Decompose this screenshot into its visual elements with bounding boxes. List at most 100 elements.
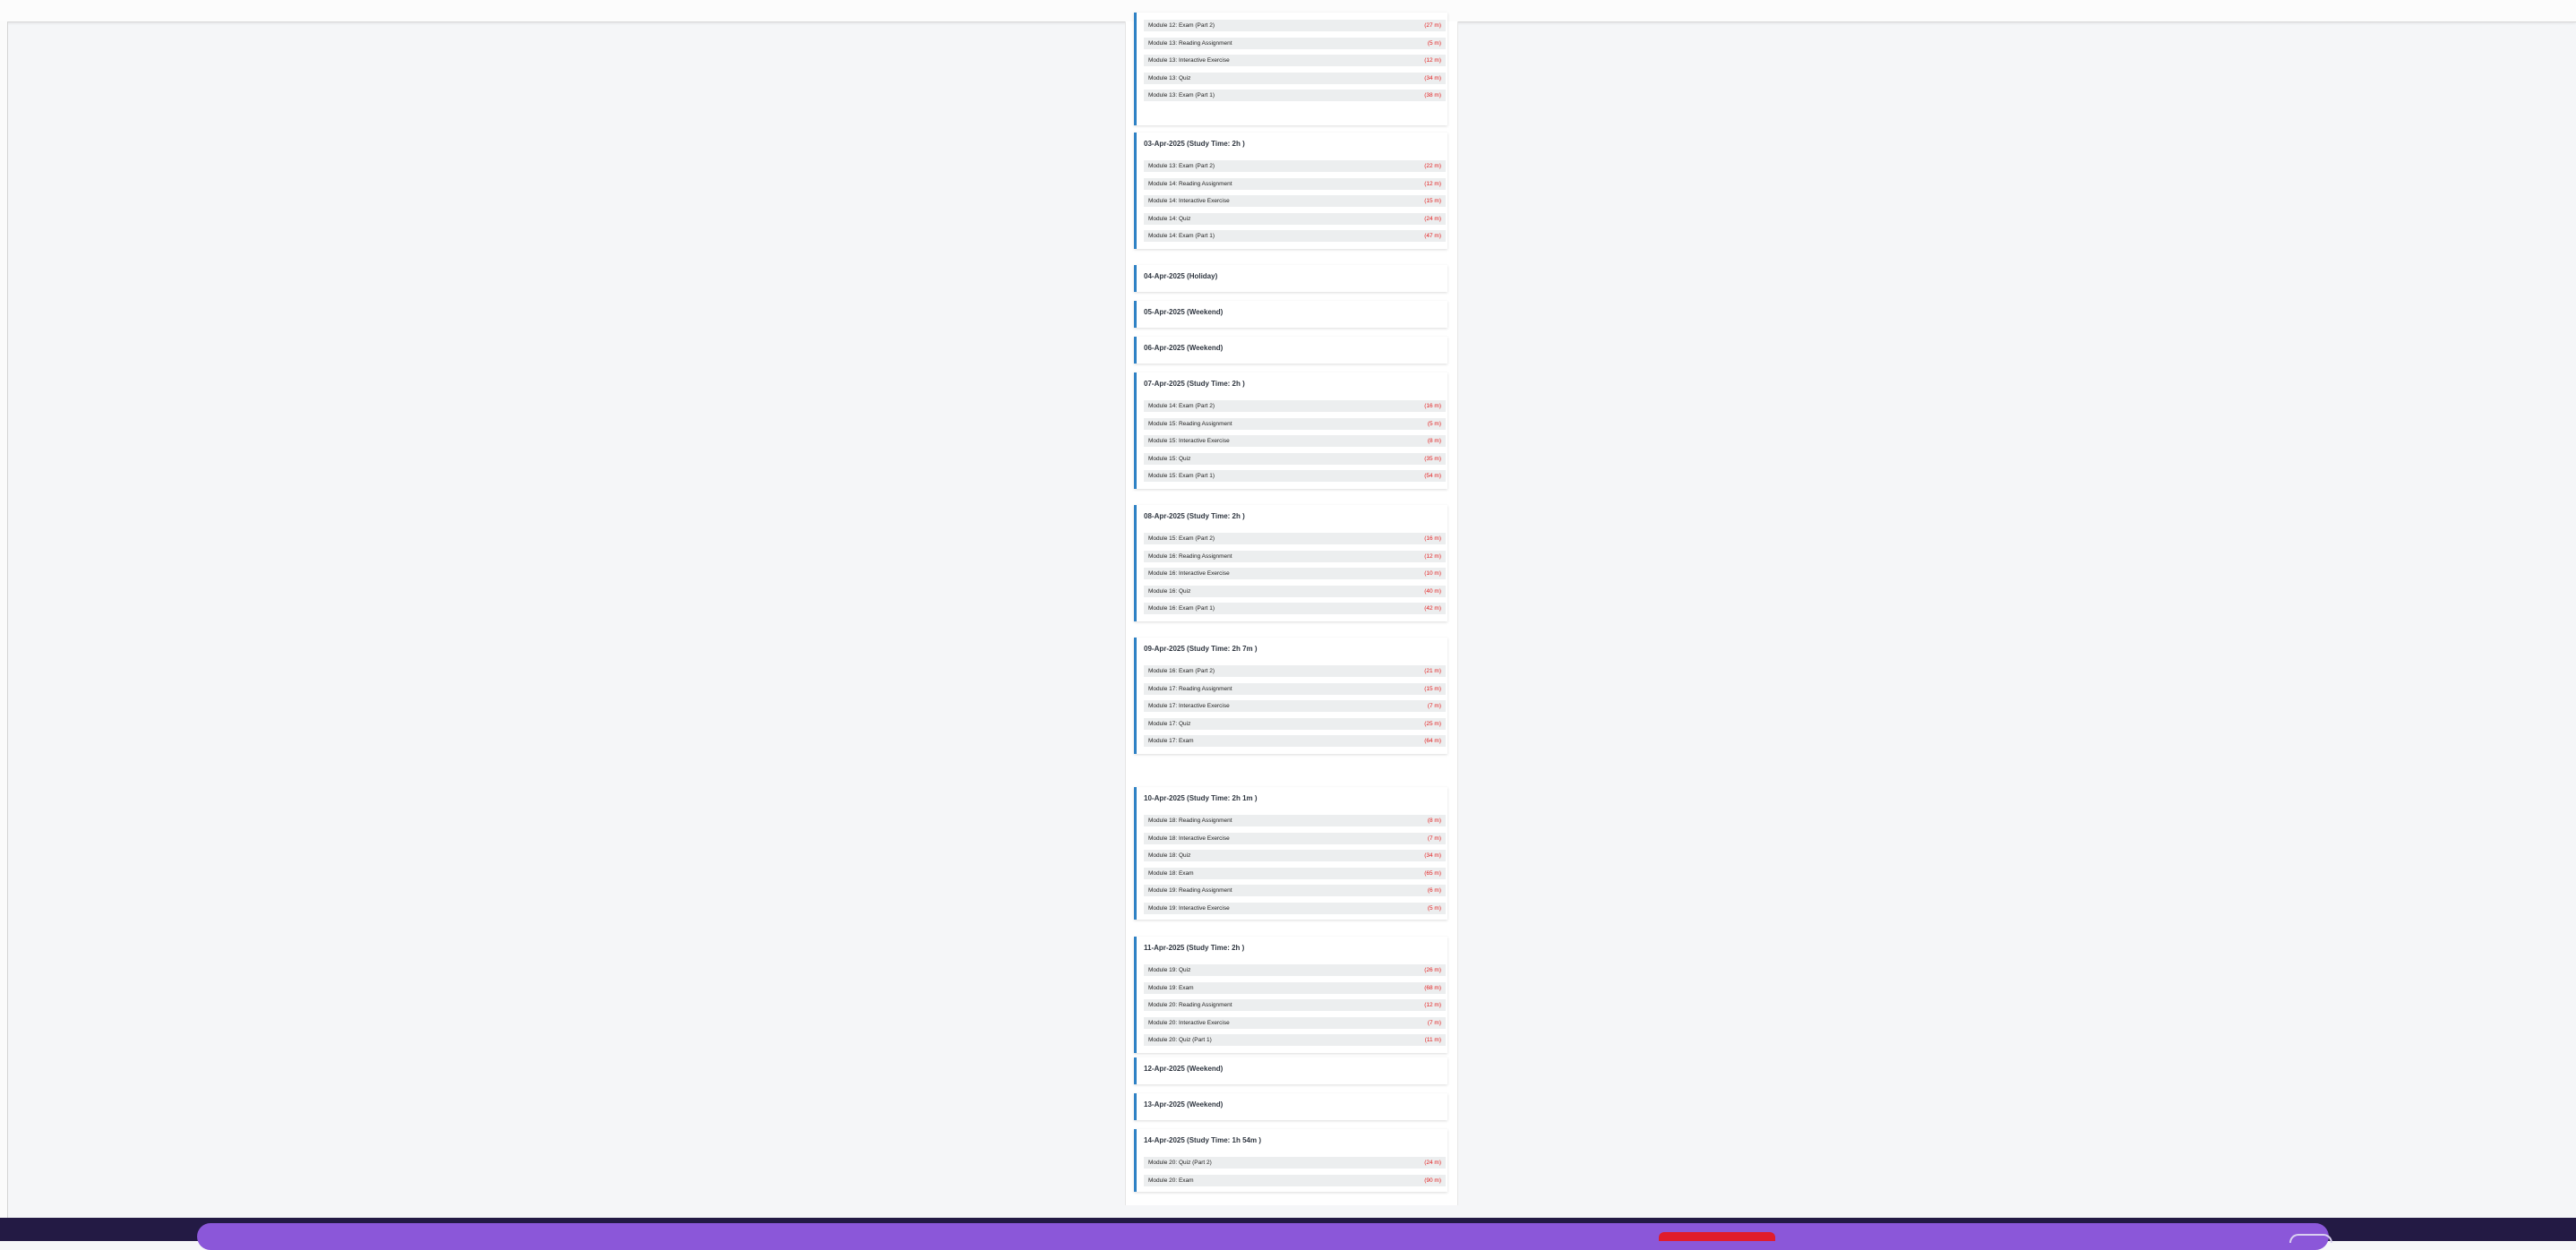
- day-header: 05-Apr-2025 (Weekend): [1144, 308, 1224, 316]
- task-row: Module 19: Reading Assignment (6 m): [1144, 885, 1446, 897]
- task-duration: (42 m): [1424, 605, 1441, 612]
- task-duration: (16 m): [1424, 535, 1441, 542]
- task-row: Module 13: Reading Assignment (5 m): [1144, 37, 1446, 49]
- task-duration: (64 m): [1424, 738, 1441, 745]
- task-row: Module 13: Exam (Part 1) (38 m): [1144, 90, 1446, 102]
- task-name: Module 15: Exam (Part 2): [1148, 535, 1215, 542]
- task-duration: (26 m): [1424, 967, 1441, 973]
- task-name: Module 13: Interactive Exercise: [1148, 57, 1230, 64]
- task-duration: (90 m): [1424, 1177, 1441, 1184]
- day-card: 11-Apr-2025 (Study Time: 2h ) Module 19: …: [1134, 937, 1447, 1053]
- task-duration: (65 m): [1424, 869, 1441, 877]
- footer-bar: [0, 1218, 2576, 1250]
- task-duration: (7 m): [1427, 703, 1441, 710]
- task-row: Module 17: Exam (64 m): [1144, 735, 1446, 748]
- task-row: Module 17: Interactive Exercise (7 m): [1144, 700, 1446, 713]
- task-name: Module 20: Quiz (Part 2): [1148, 1160, 1212, 1166]
- day-header: 10-Apr-2025 (Study Time: 2h 1m ): [1144, 794, 1258, 802]
- task-name: Module 16: Exam (Part 1): [1148, 605, 1215, 612]
- task-name: Module 18: Reading Assignment: [1148, 818, 1232, 824]
- day-card: 13-Apr-2025 (Weekend): [1134, 1093, 1447, 1120]
- task-name: Module 14: Reading Assignment: [1148, 180, 1232, 187]
- task-row: Module 15: Interactive Exercise (8 m): [1144, 435, 1446, 448]
- task-name: Module 18: Quiz: [1148, 852, 1191, 860]
- task-name: Module 18: Exam: [1148, 869, 1194, 877]
- task-name: Module 17: Quiz: [1148, 720, 1191, 727]
- task-duration: (5 m): [1427, 905, 1441, 912]
- task-name: Module 13: Quiz: [1148, 74, 1191, 81]
- day-card: 14-Apr-2025 (Study Time: 1h 54m ) Module …: [1134, 1129, 1447, 1192]
- task-name: Module 14: Exam (Part 2): [1148, 403, 1215, 409]
- footer-emblem: [2289, 1234, 2332, 1243]
- task-row: Module 12: Exam (Part 2) (27 m): [1144, 20, 1446, 31]
- task-row: Module 15: Exam (Part 1) (54 m): [1144, 470, 1446, 483]
- task-row: Module 13: Interactive Exercise (12 m): [1144, 55, 1446, 67]
- task-duration: (40 m): [1424, 587, 1441, 595]
- task-row: Module 16: Exam (Part 1) (42 m): [1144, 603, 1446, 615]
- task-row: Module 15: Exam (Part 2) (16 m): [1144, 533, 1446, 544]
- task-row: Module 13: Exam (Part 2) (22 m): [1144, 160, 1446, 172]
- task-row: Module 16: Interactive Exercise (10 m): [1144, 568, 1446, 580]
- task-name: Module 15: Exam (Part 1): [1148, 473, 1215, 480]
- task-row: Module 15: Quiz (35 m): [1144, 452, 1446, 465]
- day-header: 12-Apr-2025 (Weekend): [1144, 1065, 1224, 1073]
- task-name: Module 12: Exam (Part 2): [1148, 22, 1215, 29]
- day-header: 14-Apr-2025 (Study Time: 1h 54m ): [1144, 1136, 1262, 1144]
- task-duration: (8 m): [1427, 818, 1441, 824]
- task-name: Module 16: Quiz: [1148, 587, 1191, 595]
- task-duration: (24 m): [1424, 1160, 1441, 1166]
- task-row: Module 14: Exam (Part 2) (16 m): [1144, 400, 1446, 412]
- task-name: Module 20: Quiz (Part 1): [1148, 1037, 1212, 1044]
- day-header: 09-Apr-2025 (Study Time: 2h 7m ): [1144, 645, 1258, 653]
- day-card: 09-Apr-2025 (Study Time: 2h 7m ) Module 1…: [1134, 638, 1447, 754]
- day-header: 07-Apr-2025 (Study Time: 2h ): [1144, 380, 1245, 388]
- task-duration: (15 m): [1424, 198, 1441, 205]
- task-duration: (68 m): [1424, 984, 1441, 991]
- task-duration: (11 m): [1424, 1037, 1441, 1044]
- day-header: 03-Apr-2025 (Study Time: 2h ): [1144, 140, 1245, 148]
- task-name: Module 14: Exam (Part 1): [1148, 233, 1215, 240]
- task-row: Module 20: Exam (90 m): [1144, 1174, 1446, 1186]
- task-row: Module 18: Interactive Exercise (7 m): [1144, 832, 1446, 844]
- task-duration: (54 m): [1424, 473, 1441, 480]
- day-card: 12-Apr-2025 (Weekend): [1134, 1057, 1447, 1084]
- task-row: Module 19: Interactive Exercise (5 m): [1144, 903, 1446, 914]
- task-duration: (12 m): [1424, 180, 1441, 187]
- task-name: Module 17: Reading Assignment: [1148, 685, 1232, 692]
- task-name: Module 17: Exam: [1148, 738, 1194, 745]
- task-name: Module 13: Exam (Part 1): [1148, 92, 1215, 99]
- task-duration: (5 m): [1427, 39, 1441, 47]
- task-duration: (34 m): [1424, 74, 1441, 81]
- day-card: 08-Apr-2025 (Study Time: 2h ) Module 15: …: [1134, 505, 1447, 621]
- day-card: 03-Apr-2025 (Study Time: 2h ) Module 13: …: [1134, 133, 1447, 249]
- day-card: Module 12: Exam (Part 2) (27 m) Module 13:…: [1134, 13, 1447, 125]
- task-name: Module 18: Interactive Exercise: [1148, 835, 1230, 842]
- task-name: Module 14: Quiz: [1148, 215, 1191, 222]
- day-header: 08-Apr-2025 (Study Time: 2h ): [1144, 512, 1245, 520]
- day-header: 13-Apr-2025 (Weekend): [1144, 1100, 1224, 1109]
- task-row: Module 16: Quiz (40 m): [1144, 585, 1446, 597]
- task-row: Module 18: Exam (65 m): [1144, 867, 1446, 879]
- task-duration: (12 m): [1424, 1002, 1441, 1009]
- task-row: Module 20: Quiz (Part 1) (11 m): [1144, 1034, 1446, 1047]
- task-row: Module 19: Exam (68 m): [1144, 981, 1446, 994]
- task-duration: (7 m): [1427, 1019, 1441, 1026]
- task-duration: (15 m): [1424, 685, 1441, 692]
- task-duration: (38 m): [1424, 92, 1441, 99]
- day-card: 05-Apr-2025 (Weekend): [1134, 301, 1447, 328]
- task-duration: (8 m): [1427, 438, 1441, 445]
- task-name: Module 19: Quiz: [1148, 967, 1191, 973]
- task-name: Module 19: Reading Assignment: [1148, 887, 1232, 895]
- task-name: Module 15: Interactive Exercise: [1148, 438, 1230, 445]
- day-header: 11-Apr-2025 (Study Time: 2h ): [1144, 944, 1245, 952]
- task-name: Module 16: Reading Assignment: [1148, 552, 1232, 560]
- task-name: Module 20: Interactive Exercise: [1148, 1019, 1230, 1026]
- task-row: Module 20: Reading Assignment (12 m): [1144, 999, 1446, 1012]
- hearts-decoration: [1659, 1232, 1775, 1241]
- task-row: Module 18: Quiz (34 m): [1144, 850, 1446, 862]
- task-duration: (16 m): [1424, 403, 1441, 409]
- task-duration: (34 m): [1424, 852, 1441, 860]
- task-name: Module 13: Reading Assignment: [1148, 39, 1232, 47]
- task-duration: (25 m): [1424, 720, 1441, 727]
- footer-banner: [197, 1223, 2329, 1250]
